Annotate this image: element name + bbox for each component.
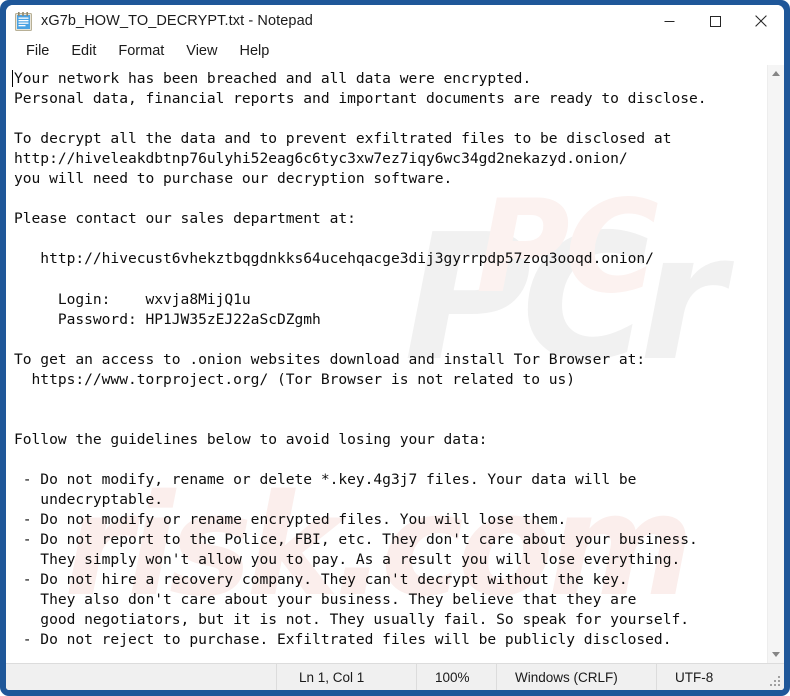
document-text[interactable]: Your network has been breached and all d… (6, 65, 767, 650)
window-title: xG7b_HOW_TO_DECRYPT.txt - Notepad (41, 13, 313, 29)
window-inner: xG7b_HOW_TO_DECRYPT.txt - Notepad File E… (6, 5, 784, 690)
close-icon (755, 15, 767, 27)
status-bar: Ln 1, Col 1 100% Windows (CRLF) UTF-8 (6, 663, 784, 690)
notepad-icon (15, 11, 32, 31)
maximize-button[interactable] (692, 5, 738, 37)
minimize-icon (664, 20, 674, 22)
menu-item-format[interactable]: Format (107, 40, 175, 63)
title-bar[interactable]: xG7b_HOW_TO_DECRYPT.txt - Notepad (6, 5, 784, 37)
menu-bar: File Edit Format View Help (6, 37, 784, 65)
close-button[interactable] (738, 5, 784, 37)
menu-item-help[interactable]: Help (228, 40, 280, 63)
status-spacer (6, 664, 276, 690)
status-cursor-position: Ln 1, Col 1 (276, 664, 416, 690)
status-encoding[interactable]: UTF-8 (656, 664, 766, 690)
window-controls (646, 5, 784, 37)
status-line-ending[interactable]: Windows (CRLF) (496, 664, 656, 690)
scrollbar-thumb[interactable] (768, 82, 784, 637)
menu-item-edit[interactable]: Edit (60, 40, 107, 63)
scroll-up-arrow-icon[interactable] (768, 65, 784, 82)
status-zoom-level[interactable]: 100% (416, 664, 496, 690)
scroll-down-arrow-icon[interactable] (768, 646, 784, 663)
vertical-scrollbar[interactable] (767, 65, 784, 663)
editor-area: PCr PC risk.com Your network has been br… (6, 65, 784, 663)
minimize-button[interactable] (646, 5, 692, 37)
menu-item-view[interactable]: View (175, 40, 228, 63)
maximize-icon (709, 15, 721, 27)
resize-grip[interactable] (769, 675, 781, 687)
menu-item-file[interactable]: File (15, 40, 60, 63)
notepad-window: xG7b_HOW_TO_DECRYPT.txt - Notepad File E… (0, 0, 790, 696)
text-editor[interactable]: PCr PC risk.com Your network has been br… (6, 65, 767, 663)
